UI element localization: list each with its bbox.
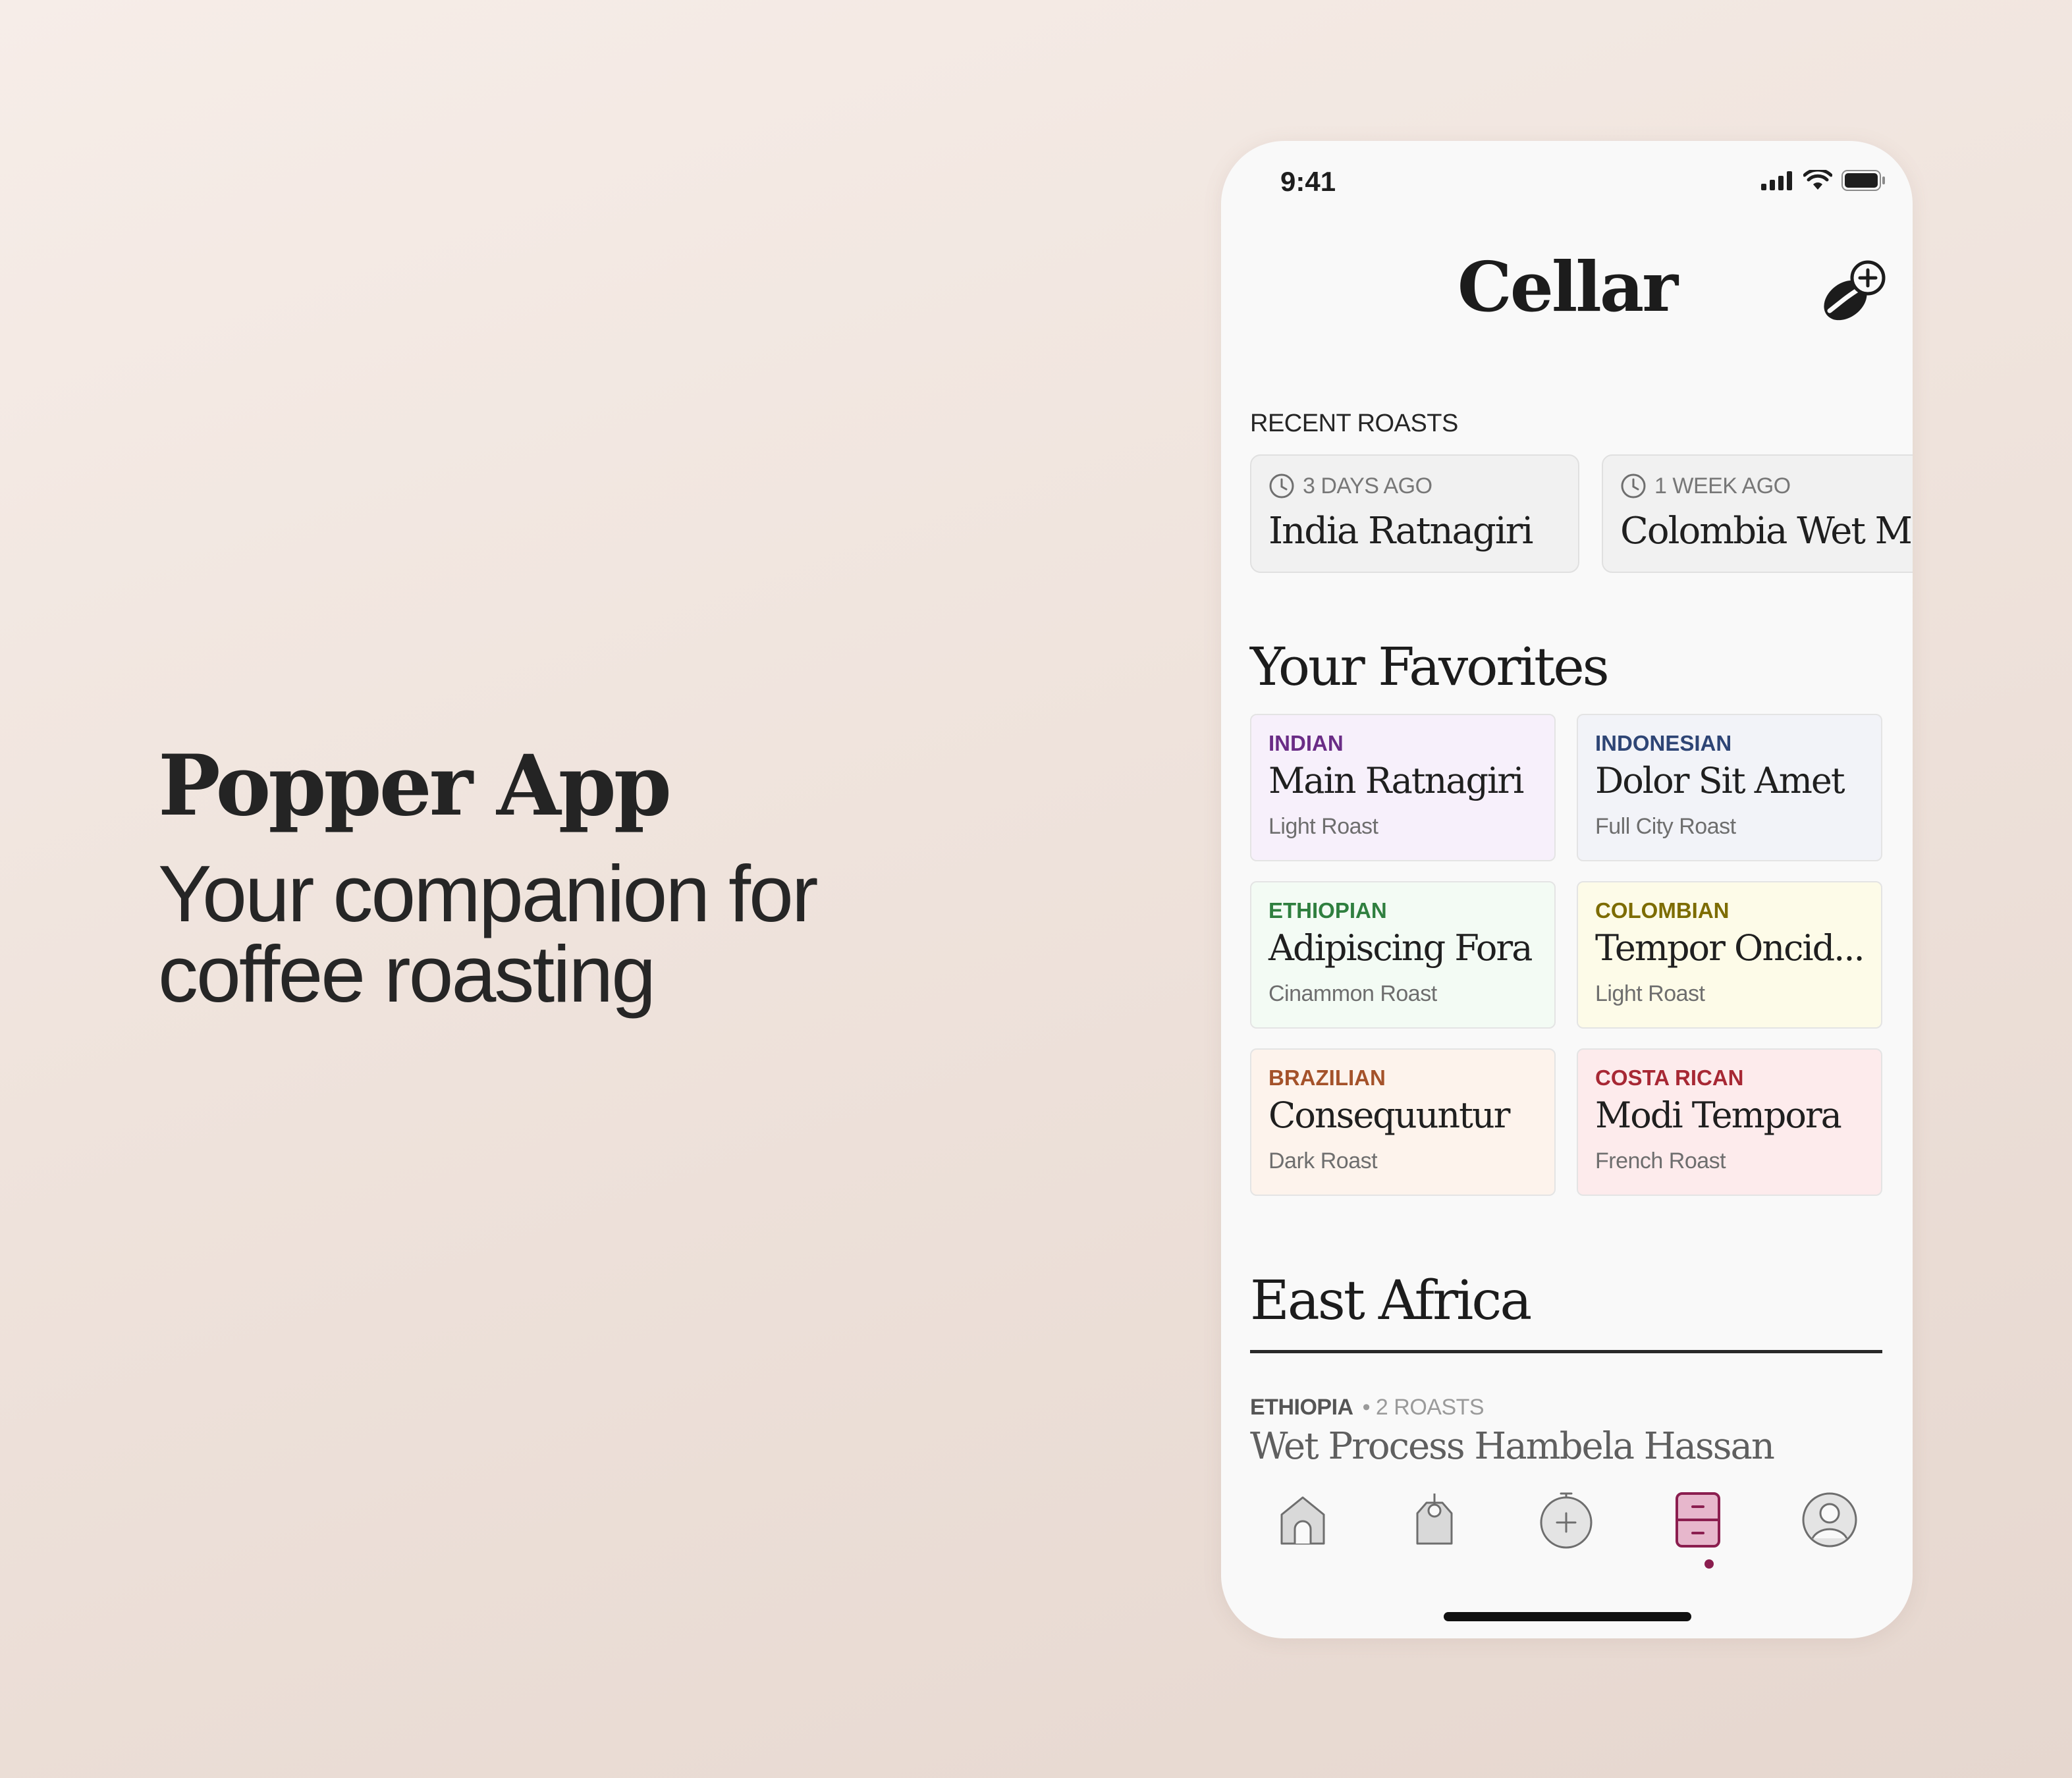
recent-roast-time: 1 WEEK AGO	[1620, 473, 1791, 499]
status-icons	[1761, 170, 1886, 191]
active-tab-indicator	[1704, 1559, 1714, 1569]
favorite-name: Main Ratnagiri	[1268, 760, 1524, 801]
favorite-name: Modi Tempora	[1595, 1094, 1842, 1136]
battery-icon	[1841, 170, 1885, 191]
recent-roast-time: 3 DAYS AGO	[1268, 473, 1432, 499]
favorite-card[interactable]: INDONESIAN Dolor Sit Amet Full City Roas…	[1577, 714, 1882, 861]
signal-icon	[1761, 171, 1792, 190]
promo-title: Popper App	[158, 737, 672, 834]
favorite-name: Tempor Oncid...	[1595, 927, 1865, 969]
region-coffee-item[interactable]: Wet Process Hambela Hassan	[1250, 1425, 1775, 1468]
add-bean-icon[interactable]	[1815, 258, 1889, 332]
favorite-origin: INDONESIAN	[1595, 731, 1732, 755]
recent-roasts-label: RECENT ROASTS	[1250, 410, 1458, 437]
bag-tag-icon[interactable]	[1403, 1488, 1466, 1551]
recent-roast-card[interactable]: 1 WEEK AGO Colombia Wet Mix	[1602, 454, 1913, 573]
profile-icon[interactable]	[1798, 1488, 1861, 1551]
favorite-origin: ETHIOPIAN	[1268, 898, 1387, 923]
region-country: ETHIOPIA	[1250, 1395, 1353, 1420]
favorite-roast: Full City Roast	[1595, 814, 1736, 839]
clock-icon	[1621, 473, 1646, 498]
wifi-icon	[1803, 170, 1832, 190]
recent-roast-time-text: 1 WEEK AGO	[1654, 473, 1791, 498]
add-roast-icon[interactable]	[1535, 1488, 1598, 1551]
page-title: Cellar	[1457, 246, 1678, 327]
recent-roast-name: India Ratnagiri	[1268, 510, 1533, 552]
tab-bar	[1221, 1488, 1913, 1569]
favorite-card[interactable]: INDIAN Main Ratnagiri Light Roast	[1250, 714, 1556, 861]
favorite-card[interactable]: ETHIOPIAN Adipiscing Fora Cinammon Roast	[1250, 881, 1556, 1029]
favorite-name: Consequuntur	[1268, 1094, 1510, 1136]
recent-roast-time-text: 3 DAYS AGO	[1303, 473, 1432, 498]
recent-roast-name: Colombia Wet Mix	[1620, 510, 1913, 552]
favorite-name: Adipiscing Fora	[1268, 927, 1533, 969]
cellar-cabinet-icon[interactable]	[1666, 1488, 1730, 1551]
favorite-roast: Light Roast	[1595, 981, 1705, 1006]
recent-roast-card[interactable]: 3 DAYS AGO India Ratnagiri	[1250, 454, 1579, 573]
favorite-card[interactable]: COSTA RICAN Modi Tempora French Roast	[1577, 1048, 1882, 1196]
favorite-origin: INDIAN	[1268, 731, 1344, 755]
phone-screen: 9:41 Cellar RECENT ROASTS 3 DAYS AGO Ind…	[1221, 141, 1913, 1638]
favorite-origin: COLOMBIAN	[1595, 898, 1730, 923]
home-indicator	[1444, 1612, 1691, 1621]
favorite-card[interactable]: BRAZILIAN Consequuntur Dark Roast	[1250, 1048, 1556, 1196]
favorites-heading: Your Favorites	[1250, 636, 1610, 697]
favorite-origin: BRAZILIAN	[1268, 1065, 1386, 1090]
region-heading: East Africa	[1250, 1270, 1532, 1332]
favorite-roast: French Roast	[1595, 1148, 1726, 1173]
favorite-origin: COSTA RICAN	[1595, 1065, 1744, 1090]
favorite-name: Dolor Sit Amet	[1595, 760, 1845, 801]
region-divider	[1250, 1350, 1882, 1353]
status-time: 9:41	[1280, 166, 1336, 197]
promo-block: Popper App Your companion for coffee roa…	[158, 744, 896, 1014]
promo-subtitle: Your companion for coffee roasting	[158, 849, 819, 1019]
clock-icon	[1269, 473, 1294, 498]
favorite-roast: Dark Roast	[1268, 1148, 1378, 1173]
favorite-card[interactable]: COLOMBIAN Tempor Oncid... Light Roast	[1577, 881, 1882, 1029]
region-meta: ETHIOPIA • 2 ROASTS	[1250, 1395, 1485, 1420]
home-icon[interactable]	[1271, 1488, 1334, 1551]
favorite-roast: Light Roast	[1268, 814, 1378, 839]
favorite-roast: Cinammon Roast	[1268, 981, 1437, 1006]
region-roast-count: • 2 ROASTS	[1362, 1395, 1485, 1420]
